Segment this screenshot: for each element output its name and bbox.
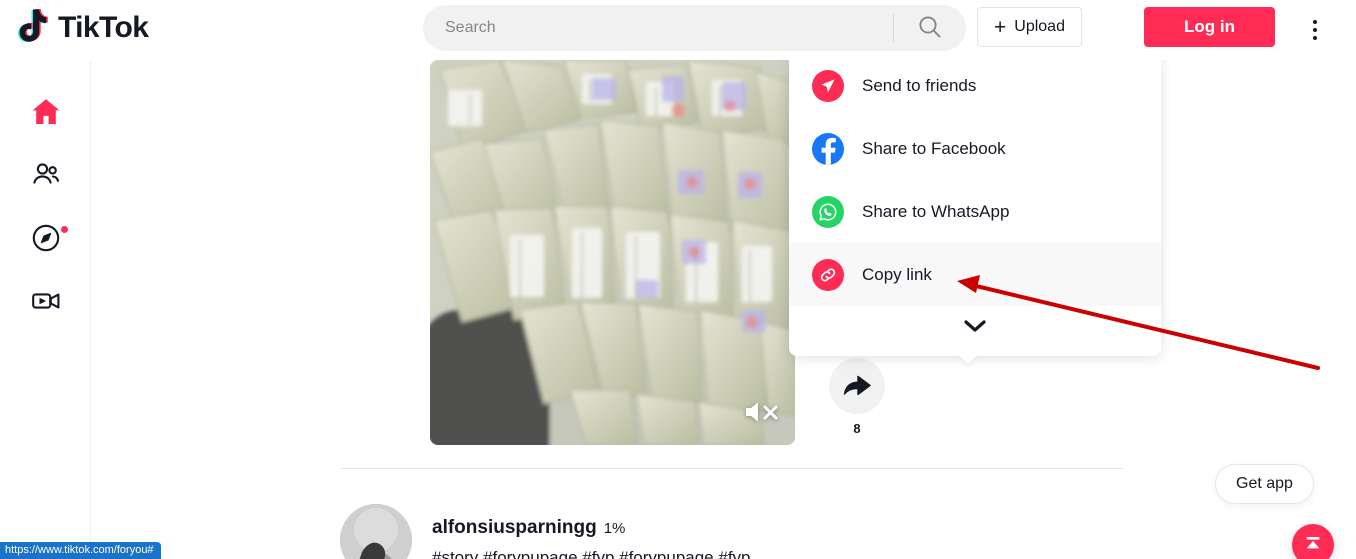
login-button[interactable]: Log in (1144, 7, 1275, 47)
share-menu-label: Send to friends (862, 75, 977, 95)
more-vertical-icon[interactable] (1303, 14, 1327, 46)
author-section: alfonsiusparningg 1% #story #forypupage … (340, 492, 1124, 559)
share-button[interactable] (829, 358, 885, 414)
share-menu-item-copy-link[interactable]: Copy link (789, 243, 1161, 306)
search-icon (917, 14, 943, 43)
share-menu-pointer (959, 355, 977, 364)
search-button[interactable] (894, 5, 966, 51)
video-thumbnail (430, 60, 795, 445)
tiktok-wordmark: TikTok (58, 11, 149, 44)
video-feed: 8 Send to friends Share to Facebook Shar… (91, 60, 1356, 559)
share-count: 8 (853, 421, 861, 436)
get-app-button[interactable]: Get app (1215, 464, 1314, 504)
sidebar-item-following[interactable] (0, 149, 91, 205)
user-avatar (340, 504, 412, 559)
whatsapp-icon (812, 195, 844, 228)
tiktok-note-icon (18, 9, 52, 47)
video-action-column: 8 (822, 358, 892, 438)
browser-status-url: https://www.tiktok.com/foryou# (0, 542, 161, 559)
top-navigation-bar: TikTok + Upload Log in (0, 0, 1356, 60)
author-meta: alfonsiusparningg 1% #story #forypupage … (432, 515, 751, 559)
upload-button[interactable]: + Upload (977, 7, 1082, 47)
scroll-to-top-button[interactable] (1292, 524, 1334, 559)
plus-icon: + (994, 15, 1007, 39)
share-menu-item-share-to-whatsapp[interactable]: Share to WhatsApp (789, 180, 1161, 243)
avatar[interactable] (340, 504, 412, 559)
share-menu-item-send-to-friends[interactable]: Send to friends (789, 60, 1161, 117)
share-menu-label: Copy link (862, 264, 932, 284)
people-icon (30, 159, 62, 196)
facebook-icon (812, 132, 844, 165)
sidebar-item-live[interactable] (0, 275, 91, 331)
live-video-icon (30, 285, 62, 322)
share-menu-popup: Send to friends Share to Facebook Share … (789, 60, 1161, 364)
share-arrow-icon (842, 372, 872, 401)
tiktok-page: TikTok + Upload Log in (0, 0, 1356, 559)
explore-notification-badge (61, 226, 68, 233)
share-menu-label: Share to WhatsApp (862, 201, 1010, 221)
scroll-to-top-icon (1302, 533, 1324, 558)
chevron-down-icon (962, 318, 988, 339)
share-menu-label: Share to Facebook (862, 138, 1006, 158)
compass-icon (30, 222, 62, 259)
search-input[interactable] (423, 6, 893, 50)
send-friends-icon (812, 69, 844, 102)
home-icon (30, 96, 62, 133)
feed-divider (340, 468, 1124, 469)
share-menu-expand-button[interactable] (789, 306, 1161, 350)
tiktok-logo[interactable]: TikTok (18, 9, 149, 47)
speaker-muted-icon[interactable] (743, 399, 783, 425)
sidebar-item-explore[interactable] (0, 212, 91, 268)
author-subtext: 1% (603, 520, 626, 537)
sidebar-item-home[interactable] (0, 86, 91, 142)
upload-label: Upload (1014, 18, 1065, 35)
author-username[interactable]: alfonsiusparningg (432, 515, 597, 540)
left-sidebar (0, 60, 91, 559)
link-icon (812, 258, 844, 291)
video-player[interactable] (430, 60, 795, 445)
search-bar[interactable] (423, 5, 966, 51)
video-caption: #story #forypupage #fyp #forypupage #fyp (432, 548, 751, 559)
share-menu-item-share-to-facebook[interactable]: Share to Facebook (789, 117, 1161, 180)
